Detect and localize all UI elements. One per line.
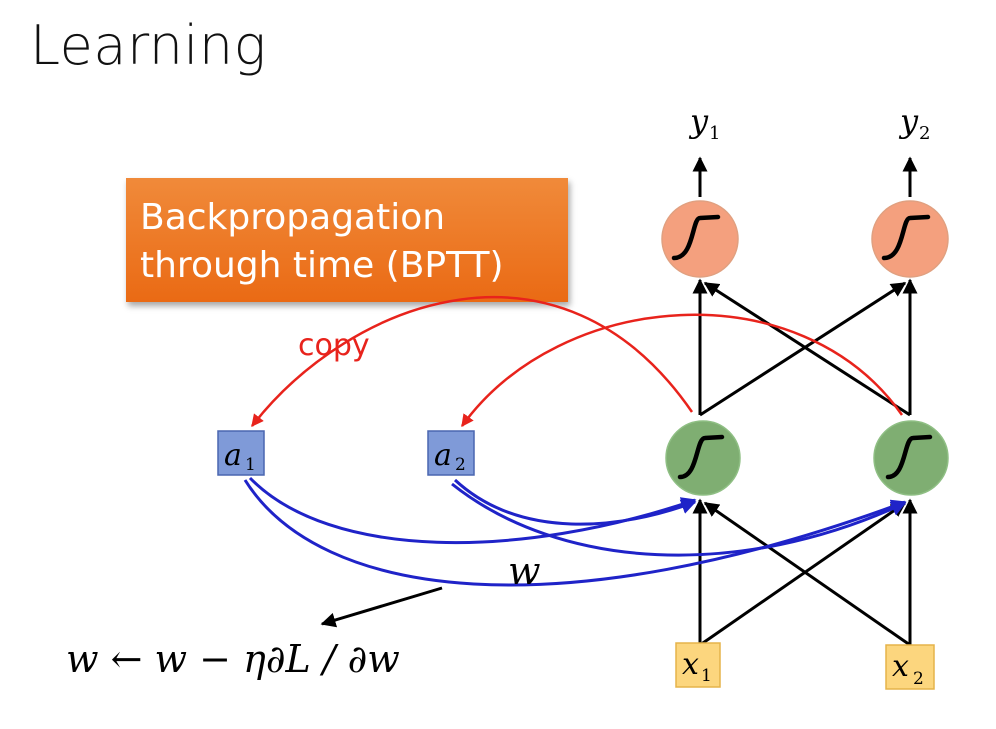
output-y2-name: y <box>898 102 919 140</box>
memory-a2-sub: 2 <box>455 455 466 475</box>
hidden-neuron-2 <box>873 420 949 496</box>
output-y2-sub: 2 <box>919 123 930 144</box>
x2-to-h1-arrow <box>703 501 911 647</box>
memory-a1: a 1 <box>217 430 265 476</box>
update-arrow <box>320 586 443 628</box>
rnn-diagram: a 1 a 2 x 1 x 2 y 1 y 2 copy w w ← w − η… <box>66 102 949 690</box>
memory-a1-name: a <box>224 438 242 473</box>
copy-label: copy <box>298 328 370 363</box>
output-y2-label: y 2 <box>898 102 930 144</box>
weight-arrow-a2-h2 <box>451 482 907 557</box>
memory-a1-sub: 1 <box>245 455 256 475</box>
hidden-neuron-1 <box>665 420 741 496</box>
weight-label: w <box>508 549 541 593</box>
output-y1-name: y <box>688 102 709 140</box>
input-x2: x 2 <box>885 644 935 690</box>
h1-to-o2-arrow <box>699 281 907 417</box>
output-neuron-2 <box>871 200 949 278</box>
output-y1-sub: 1 <box>709 123 720 144</box>
weight-arrow-a2-h1 <box>453 478 697 526</box>
input-x2-sub: 2 <box>913 669 924 689</box>
output-neuron-1 <box>661 200 739 278</box>
update-rule: w ← w − η∂L / ∂w <box>66 637 400 681</box>
memory-a2: a 2 <box>427 430 475 476</box>
x1-to-h2-arrow <box>699 501 907 647</box>
input-x1-sub: 1 <box>701 666 712 686</box>
input-x1-name: x <box>682 647 699 682</box>
weight-arrow-a1-h1 <box>248 476 697 545</box>
output-y1-label: y 1 <box>688 102 720 144</box>
memory-a2-name: a <box>434 438 452 473</box>
copy-arrow-2 <box>460 313 904 428</box>
input-x1: x 1 <box>675 642 721 688</box>
input-x2-name: x <box>892 649 909 684</box>
h2-to-o1-arrow <box>703 281 911 417</box>
